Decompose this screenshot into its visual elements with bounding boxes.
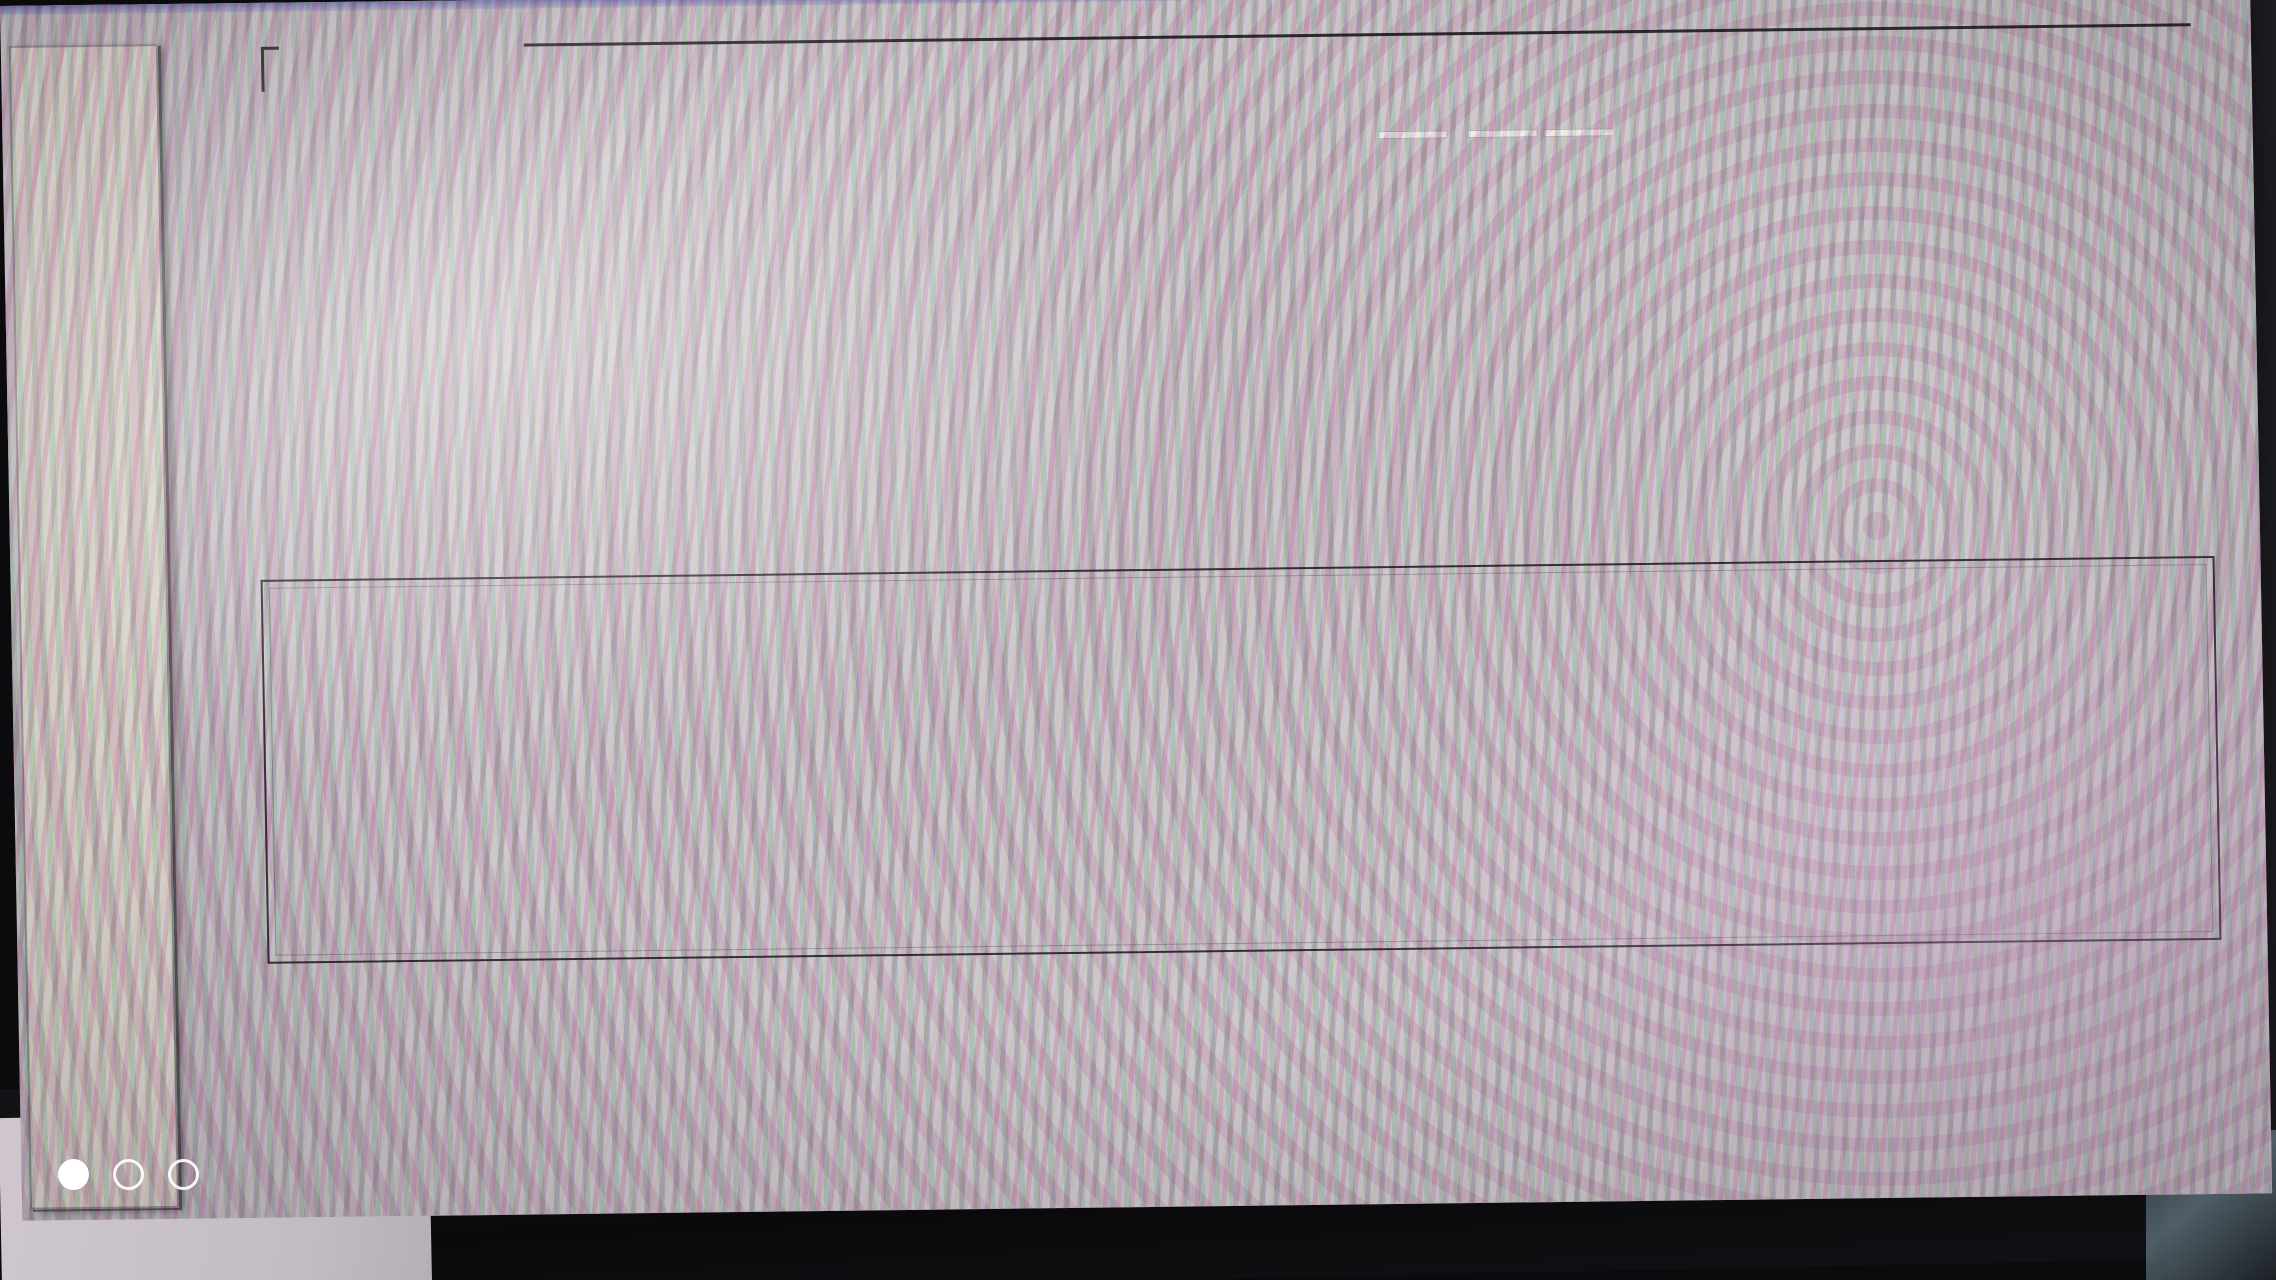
monitor-screen (0, 0, 2273, 1221)
time-field-labels (1423, 179, 1515, 180)
camera-dot-2 (113, 1159, 144, 1190)
camera-dot-3 (168, 1159, 199, 1190)
groupbox-left-edge (260, 49, 265, 92)
ampm-field[interactable] (1543, 128, 1614, 138)
camera-dot-active (58, 1159, 89, 1190)
time-separator (1454, 132, 1462, 138)
groupbox-title-mask (278, 42, 524, 54)
hour-field[interactable] (1377, 130, 1448, 140)
photo-of-monitor (0, 0, 2276, 1280)
minute-field[interactable] (1467, 129, 1538, 139)
help-description-panel (260, 555, 2222, 964)
auto-on-time-fields (1377, 128, 1614, 140)
select-days-checkbox-row (248, 421, 2239, 505)
auto-on-time-groupbox (260, 23, 2201, 595)
help-panel-inner-border (268, 564, 2214, 956)
left-blank-panel (8, 44, 180, 1210)
settings-dialog (255, 1, 2232, 1205)
camera-mode-dots (58, 1159, 199, 1190)
